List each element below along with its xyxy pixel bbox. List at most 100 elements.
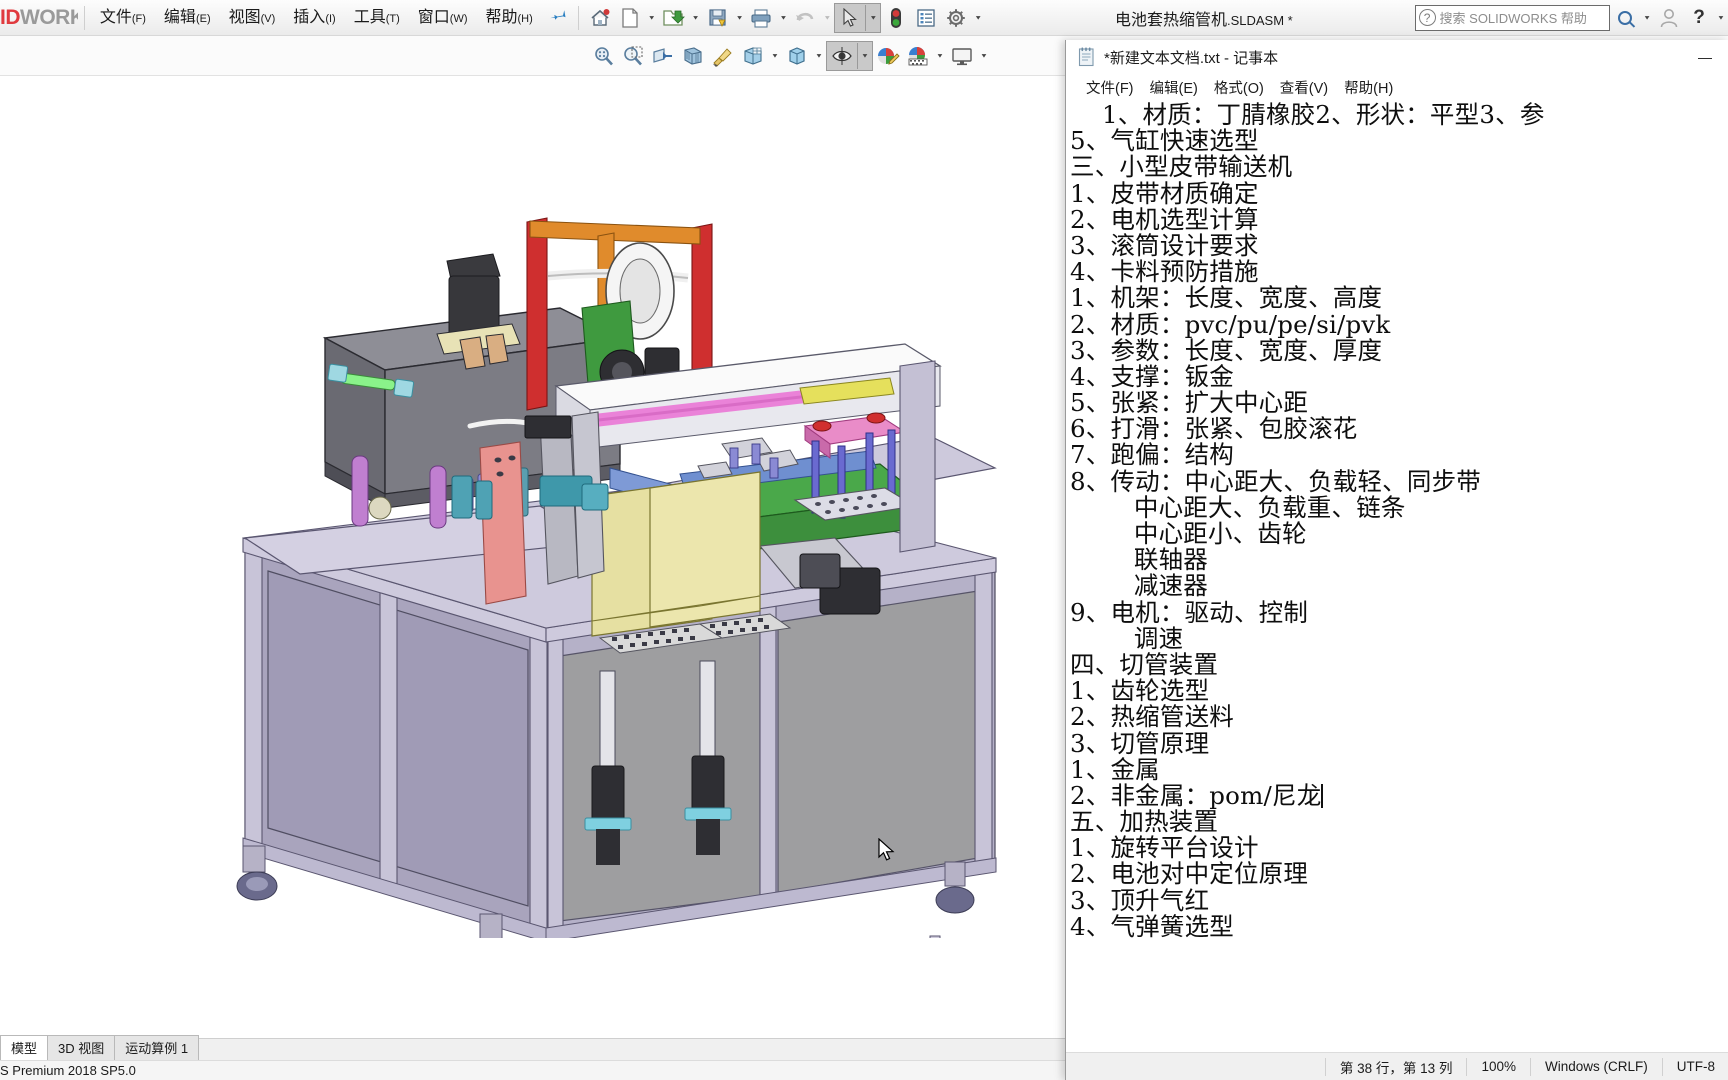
np-menu-format[interactable]: 格式(O) [1206, 74, 1272, 101]
tab-model[interactable]: 模型 [0, 1035, 49, 1060]
search-input[interactable]: 搜索 SOLIDWORKS 帮助 [1440, 8, 1587, 27]
minimize-button[interactable]: — [1682, 40, 1728, 74]
open-folder-icon[interactable] [659, 3, 689, 33]
display-style-caret[interactable] [768, 42, 782, 70]
new-document-icon[interactable] [615, 3, 645, 33]
select-arrow-icon[interactable] [835, 3, 865, 33]
undo-dropdown-caret [820, 4, 834, 32]
notepad-line: 2、电池对中定位原理 [1070, 859, 1309, 889]
select-tool-caret[interactable] [866, 4, 880, 32]
search-magnifier-icon[interactable] [1610, 3, 1640, 33]
notepad-line: 调速 [1070, 623, 1184, 653]
notepad-text-area[interactable]: 1、材质：丁腈橡胶2、形状：平型3、参 5、气缸快速选型 三、小型皮带输送机 1、皮带… [1066, 100, 1728, 1040]
np-menu-edit[interactable]: 编辑(E) [1142, 74, 1206, 101]
notepad-line: 9、电机：驱动、控制 [1070, 597, 1309, 627]
notepad-line: 减速器 [1070, 571, 1209, 601]
settings-dropdown-caret[interactable] [971, 4, 985, 32]
text-caret [1321, 783, 1324, 808]
notepad-line: 7、跑偏：结构 [1070, 440, 1234, 470]
leveling-foot [929, 935, 941, 938]
help-icon[interactable]: ? [1684, 3, 1714, 33]
menu-file[interactable]: 文件(F) [91, 6, 155, 30]
notepad-window[interactable]: *新建文本文档.txt - 记事本 — 文件(F) 编辑(E) 格式(O) 查看… [1065, 40, 1728, 1080]
notepad-statusbar: 第 38 行，第 13 列 100% Windows (CRLF) UTF-8 [1066, 1052, 1728, 1080]
notepad-line: 三、小型皮带输送机 [1070, 152, 1293, 182]
menu-view[interactable]: 视图(V) [220, 6, 285, 30]
np-menu-help[interactable]: 帮助(H) [1336, 74, 1401, 101]
notepad-titlebar[interactable]: *新建文本文档.txt - 记事本 — [1066, 40, 1728, 74]
sensor-block [524, 415, 572, 439]
menu-insert[interactable]: 插入(I) [284, 6, 344, 30]
undo-icon [790, 3, 820, 33]
save-icon[interactable] [703, 3, 733, 33]
menubar-divider-2 [577, 5, 579, 30]
notepad-line: 1、机架：长度、宽度、高度 [1070, 283, 1383, 313]
notepad-line: 1、齿轮选型 [1070, 676, 1210, 706]
menu-tools[interactable]: 工具(T) [345, 6, 409, 30]
view-orientation-icon[interactable] [678, 41, 708, 71]
notepad-line: 四、切管装置 [1070, 649, 1219, 679]
menu-help[interactable]: 帮助(H) [477, 6, 542, 30]
hide-show-caret[interactable] [858, 42, 872, 70]
notepad-line: 4、卡料预防措施 [1070, 257, 1259, 287]
apply-scene-icon[interactable] [708, 41, 738, 71]
save-dropdown-caret[interactable] [733, 4, 747, 32]
notepad-line: 3、切管原理 [1070, 728, 1210, 758]
notepad-title: *新建文本文档.txt - 记事本 [1104, 49, 1279, 67]
help-question-icon: ? [1418, 9, 1436, 26]
np-menu-file[interactable]: 文件(F) [1078, 74, 1142, 101]
menubar-divider [83, 5, 85, 30]
tab-motion-study[interactable]: 运动算例 1 [114, 1035, 200, 1060]
help-dropdown-caret[interactable] [1714, 4, 1728, 32]
viewport-icon[interactable] [947, 41, 977, 71]
notepad-text-content[interactable]: 1、材质：丁腈橡胶2、形状：平型3、参 5、气缸快速选型 三、小型皮带输送机 1、皮带… [1070, 101, 1728, 941]
notepad-line: 2、热缩管送料 [1070, 702, 1234, 732]
scene-background-caret[interactable] [933, 42, 947, 70]
display-style-icon[interactable] [738, 41, 768, 71]
notepad-line: 4、气弹簧选型 [1070, 911, 1234, 941]
zoom-to-area-icon[interactable] [618, 41, 648, 71]
tab-3d-view[interactable]: 3D 视图 [47, 1035, 116, 1060]
new-document-dropdown-caret[interactable] [645, 4, 659, 32]
notepad-line: 8、传动：中心距大、负载轻、同步带 [1070, 466, 1481, 496]
notepad-line: 中心距小、齿轮 [1070, 519, 1307, 548]
notepad-line: 5、张紧：扩大中心距 [1070, 388, 1309, 418]
notepad-icon [1076, 47, 1096, 67]
cad-model[interactable] [0, 76, 1070, 938]
select-tool-group[interactable] [834, 2, 882, 33]
notepad-line: 3、顶升气红 [1070, 885, 1210, 915]
pushpin-icon[interactable] [545, 4, 570, 30]
notepad-line: 3、参数：长度、宽度、厚度 [1070, 335, 1383, 365]
notepad-line: 联轴器 [1070, 545, 1209, 575]
hide-show-group[interactable] [826, 40, 873, 71]
home-icon[interactable] [585, 3, 615, 33]
np-menu-view[interactable]: 查看(V) [1272, 74, 1336, 101]
viewport-caret[interactable] [977, 42, 991, 70]
settings-gear-icon[interactable] [941, 3, 971, 33]
search-dropdown-caret[interactable] [1640, 4, 1654, 32]
hide-show-icon[interactable] [827, 41, 857, 71]
solidworks-menubar: IDWORKS 文件(F) 编辑(E) 视图(V) 插入(I) 工具(T) 窗口… [0, 0, 1728, 36]
notepad-line: 3、滚筒设计要求 [1070, 230, 1259, 260]
view-cube-caret[interactable] [812, 42, 826, 70]
edit-appearance-icon[interactable] [873, 41, 903, 71]
rebuild-icon[interactable] [881, 3, 911, 33]
view-cube-icon[interactable] [782, 41, 812, 71]
search-box[interactable]: ? 搜索 SOLIDWORKS 帮助 [1414, 4, 1611, 31]
screen-root: IDWORKS 文件(F) 编辑(E) 视图(V) 插入(I) 工具(T) 窗口… [0, 0, 1728, 1080]
zoom-to-fit-icon[interactable] [588, 41, 618, 71]
section-view-icon[interactable] [648, 41, 678, 71]
notepad-line: 2、非金属：pom/尼龙 [1070, 780, 1324, 810]
menu-edit[interactable]: 编辑(E) [155, 6, 220, 30]
scene-background-icon[interactable] [903, 41, 933, 71]
line-ending: Windows (CRLF) [1529, 1057, 1662, 1076]
user-account-icon[interactable] [1654, 3, 1684, 33]
notepad-line: 五、加热装置 [1070, 807, 1219, 837]
menu-window[interactable]: 窗口(W) [409, 6, 477, 30]
print-icon[interactable] [747, 3, 777, 33]
logo-text: IDWORKS [0, 5, 78, 29]
open-folder-dropdown-caret[interactable] [689, 4, 703, 32]
options-list-icon[interactable] [911, 3, 941, 33]
print-dropdown-caret[interactable] [776, 4, 790, 32]
solidworks-version-text: S Premium 2018 SP5.0 [0, 1063, 136, 1078]
